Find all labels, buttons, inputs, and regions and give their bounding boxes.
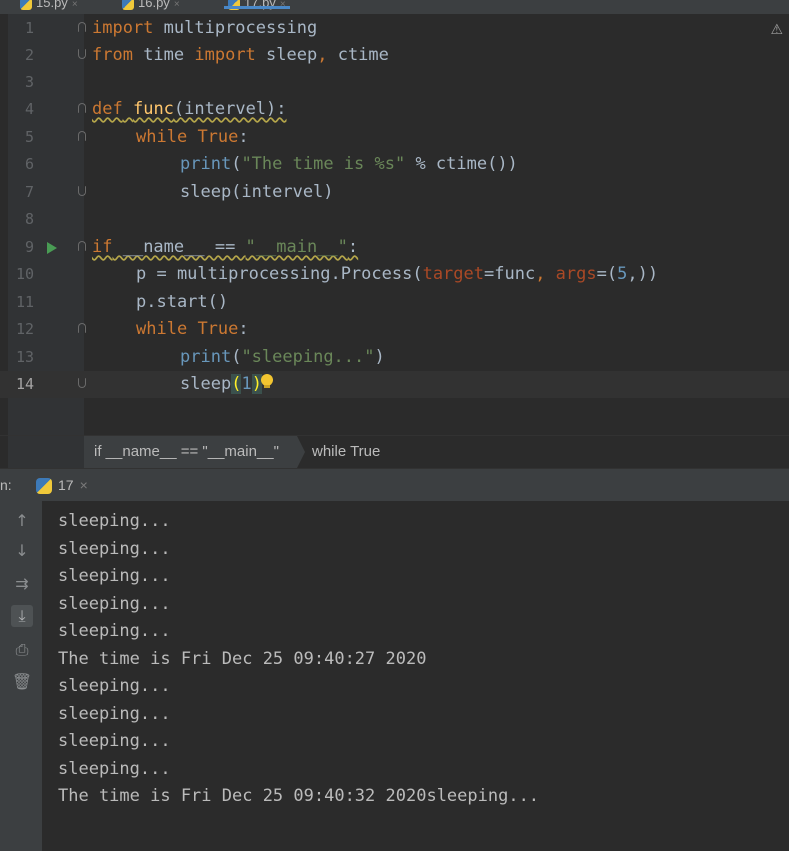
line-number: 4 <box>24 100 34 118</box>
breadcrumb-item-while-true[interactable]: while True <box>312 436 380 468</box>
code-line-4[interactable]: 4 def func(intervel): <box>0 96 789 123</box>
code-line-7[interactable]: 7 sleep(intervel) <box>0 179 789 206</box>
fold-icon[interactable] <box>78 49 86 59</box>
console-line: sleeping... <box>58 538 171 559</box>
console-line: sleeping... <box>58 676 171 696</box>
tab-17-py[interactable]: 17.py × <box>224 0 290 13</box>
python-file-icon <box>122 0 134 10</box>
code-line-2[interactable]: 2 from time import sleep, ctime <box>0 42 789 69</box>
run-console[interactable]: ↑ ↓ ⇉ ⤓ ⎙ 🗑 sleeping... sleeping... slee… <box>0 501 789 851</box>
line-number: 3 <box>24 73 34 91</box>
code-text: while True: <box>136 319 249 339</box>
code-line-9[interactable]: 9 if __name__ == "__main__": <box>0 234 789 261</box>
code-line-8[interactable]: 8 <box>0 206 789 233</box>
line-number: 9 <box>24 238 34 256</box>
console-line: sleeping... <box>58 758 171 779</box>
console-toolbar: ↑ ↓ ⇉ ⤓ ⎙ 🗑 <box>0 501 42 851</box>
code-text: import multiprocessing <box>92 18 318 38</box>
code-line-11[interactable]: 11 p.start() <box>0 289 789 316</box>
code-text: print("The time is %s" % ctime()) <box>180 154 518 174</box>
code-text: sleep(intervel) <box>180 182 334 202</box>
code-text: print("sleeping...") <box>180 347 385 367</box>
code-line-10[interactable]: 10 p = multiprocessing.Process(target=fu… <box>0 261 789 288</box>
code-text: while True: <box>136 127 249 147</box>
code-line-14[interactable]: 14 sleep(1) <box>0 371 789 398</box>
code-editor[interactable]: ⚠ 1 import multiprocessing 2 from time i… <box>0 14 789 435</box>
console-line: sleeping... <box>58 593 171 614</box>
close-icon[interactable]: × <box>80 477 88 493</box>
tab-label: 16.py <box>138 0 170 10</box>
run-tab-label: 17 <box>58 477 74 493</box>
code-text: sleep(1) <box>180 374 262 394</box>
fold-icon[interactable] <box>78 241 86 251</box>
down-arrow-icon[interactable]: ↓ <box>11 540 33 562</box>
editor-tab-bar: 15.py × 16.py × 17.py × <box>0 0 789 15</box>
breadcrumb-item-if-main[interactable]: if __name__ == "__main__" <box>84 436 305 468</box>
run-tool-window-header: n: 17 × <box>0 468 789 502</box>
close-icon[interactable]: × <box>174 0 180 10</box>
line-number: 12 <box>15 320 34 338</box>
code-text: from time import sleep, ctime <box>92 45 389 65</box>
tab-label: 17.py <box>244 0 276 10</box>
code-line-12[interactable]: 12 while True: <box>0 316 789 343</box>
run-tab-17[interactable]: 17 × <box>36 469 88 501</box>
code-line-5[interactable]: 5 while True: <box>0 124 789 151</box>
line-number: 14 <box>15 375 34 393</box>
fold-icon[interactable] <box>78 131 86 141</box>
line-number: 13 <box>15 348 34 366</box>
lightbulb-icon[interactable] <box>261 374 273 388</box>
console-line: sleeping... <box>58 511 171 531</box>
fold-icon[interactable] <box>78 103 86 113</box>
line-number: 8 <box>24 210 34 228</box>
code-line-6[interactable]: 6 print("The time is %s" % ctime()) <box>0 151 789 178</box>
console-line: sleeping... <box>58 731 171 751</box>
tab-15-py[interactable]: 15.py × <box>20 0 78 13</box>
fold-icon[interactable] <box>78 22 86 32</box>
console-line: sleeping... <box>58 703 171 724</box>
console-line: sleeping... <box>58 566 171 586</box>
line-number: 11 <box>15 293 34 311</box>
close-icon[interactable]: × <box>280 0 286 10</box>
fold-icon[interactable] <box>78 378 86 388</box>
up-arrow-icon[interactable]: ↑ <box>11 510 33 532</box>
code-text: def func(intervel): <box>92 99 287 119</box>
trash-icon[interactable]: 🗑 <box>11 671 33 693</box>
console-line: The time is Fri Dec 25 09:40:32 2020slee… <box>58 786 540 806</box>
line-number: 2 <box>24 46 34 64</box>
tab-label: 15.py <box>36 0 68 10</box>
run-label: n: <box>0 477 12 493</box>
tab-16-py[interactable]: 16.py × <box>122 0 180 13</box>
python-file-icon <box>228 0 240 10</box>
close-icon[interactable]: × <box>72 0 78 10</box>
run-icon[interactable] <box>47 242 57 254</box>
fold-icon[interactable] <box>78 186 86 196</box>
scroll-to-end-icon[interactable]: ⤓ <box>11 605 33 627</box>
breadcrumb: if __name__ == "__main__" while True <box>0 435 789 468</box>
line-number: 6 <box>24 155 34 173</box>
python-file-icon <box>20 0 32 10</box>
line-number: 10 <box>15 265 34 283</box>
console-line: The time is Fri Dec 25 09:40:27 2020 <box>58 648 427 669</box>
line-number: 7 <box>24 183 34 201</box>
code-line-3[interactable]: 3 <box>0 69 789 96</box>
fold-icon[interactable] <box>78 323 86 333</box>
code-text: p = multiprocessing.Process(target=func,… <box>136 264 659 284</box>
code-line-13[interactable]: 13 print("sleeping...") <box>0 344 789 371</box>
python-icon <box>36 478 52 495</box>
code-text: p.start() <box>136 292 229 312</box>
print-icon[interactable]: ⎙ <box>11 639 33 661</box>
line-number: 1 <box>24 19 34 37</box>
console-line: sleeping... <box>58 621 171 641</box>
gutter-strip <box>8 436 84 468</box>
soft-wrap-icon[interactable]: ⇉ <box>11 573 33 595</box>
code-line-1[interactable]: 1 import multiprocessing <box>0 15 789 42</box>
line-number: 5 <box>24 128 34 146</box>
code-text: if __name__ == "__main__": <box>92 237 359 257</box>
